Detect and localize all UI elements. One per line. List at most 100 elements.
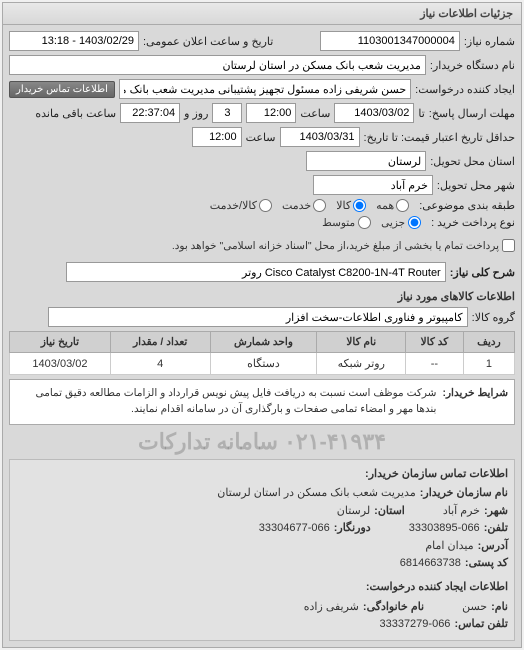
items-header-row: ردیف کد کالا نام کالا واحد شمارش تعداد /… (10, 332, 515, 353)
table-row[interactable]: 1 -- روتر شبکه دستگاه 4 1403/03/02 (10, 353, 515, 375)
priority-all[interactable]: همه (376, 199, 409, 212)
pub-datetime-field[interactable] (9, 31, 139, 51)
panel-title: جزئیات اطلاعات نیاز (3, 3, 521, 25)
lbl-pub-datetime: تاریخ و ساعت اعلان عمومی: (143, 35, 273, 48)
lbl-city: شهر محل تحویل: (437, 179, 515, 192)
lbl-goods-group: گروه کالا: (472, 311, 515, 324)
lbl-priority: طبقه بندی موضوعی: (419, 199, 515, 212)
purchase-note-label: پرداخت تمام یا بخشی از مبلغ خرید،از محل … (172, 240, 499, 252)
goods-group-field[interactable] (48, 307, 468, 327)
validity-time-field[interactable] (192, 127, 242, 147)
deadline-time-field[interactable] (246, 103, 296, 123)
row-goods-group: گروه کالا: (9, 307, 515, 327)
priority-service-radio[interactable] (313, 199, 326, 212)
details-panel: جزئیات اطلاعات نیاز شماره نیاز: تاریخ و … (2, 2, 522, 648)
lbl-purchase-type: نوع پرداخت خرید : (431, 216, 515, 229)
lbl-need-title: شرح کلی نیاز: (450, 266, 515, 279)
row-validity: حداقل تاریخ اعتبار قیمت: تا تاریخ: ساعت (9, 127, 515, 147)
lbl-province: استان محل تحویل: (430, 155, 515, 168)
th-qty: تعداد / مقدار (110, 332, 210, 353)
req-number-field[interactable] (320, 31, 460, 51)
priority-goods[interactable]: کالا (336, 199, 366, 212)
ct-address: آدرس: میدان امام (16, 538, 508, 556)
ct-org-name: نام سازمان خریدار: مدیریت شعب بانک مسکن … (16, 485, 508, 503)
th-name: نام کالا (317, 332, 406, 353)
purchase-mid-radio[interactable] (358, 216, 371, 229)
remaining-time-field[interactable] (120, 103, 180, 123)
val-city2: خرم آباد (443, 503, 480, 521)
lbl-name: نام: (491, 599, 508, 617)
th-date: تاریخ نیاز (10, 332, 111, 353)
buyer-desc-text: شرکت موظف است نسبت به دریافت فایل پیش نو… (16, 386, 436, 418)
lbl-phone: تلفن: (484, 520, 508, 538)
purchase-note[interactable]: پرداخت تمام یا بخشی از مبلغ خرید،از محل … (172, 239, 515, 252)
creator-field[interactable] (119, 79, 411, 99)
lbl-address: آدرس: (478, 538, 508, 556)
lbl-validity: حداقل تاریخ اعتبار قیمت: تا تاریخ: (364, 131, 515, 144)
ct-contact-phone: تلفن تماس: 33337279-066 (16, 616, 508, 634)
lbl-deadline-time-sep: ساعت (300, 107, 330, 120)
buyer-desc-box: شرایط خریدار: شرکت موظف است نسبت به دریا… (9, 379, 515, 425)
priority-service[interactable]: خدمت (282, 199, 326, 212)
contact-org-block: اطلاعات تماس سازمان خریدار: نام سازمان خ… (9, 459, 515, 641)
row-deadline: مهلت ارسال پاسخ: تا ساعت روز و ساعت باقی… (9, 103, 515, 123)
deadline-date-field[interactable] (334, 103, 414, 123)
contact-creator-title: اطلاعات ایجاد کننده درخواست: (16, 579, 508, 597)
city-field[interactable] (313, 175, 433, 195)
val-fax: 33304677-066 (259, 520, 330, 538)
row-need-title: شرح کلی نیاز: (9, 262, 515, 282)
lbl-family: نام خانوادگی: (363, 599, 424, 617)
lbl-province2: استان: (374, 503, 405, 521)
lbl-deadline-to: تا (418, 107, 424, 120)
cell-row: 1 (463, 353, 514, 375)
lbl-validity-time-sep: ساعت (246, 131, 276, 144)
priority-both-radio[interactable] (259, 199, 272, 212)
val-contact-phone: 33337279-066 (379, 616, 450, 634)
priority-both[interactable]: کالا/خدمت (210, 199, 272, 212)
priority-goods-radio[interactable] (353, 199, 366, 212)
cell-qty: 4 (110, 353, 210, 375)
purchase-low-radio[interactable] (408, 216, 421, 229)
th-row: ردیف (463, 332, 514, 353)
lbl-postal: کد پستی: (465, 555, 508, 573)
items-table: ردیف کد کالا نام کالا واحد شمارش تعداد /… (9, 331, 515, 375)
val-phone: 33303895-066 (409, 520, 480, 538)
priority-goods-label: کالا (336, 199, 351, 212)
val-family: شریفی زاده (304, 599, 359, 617)
val-postal: 6814663738 (400, 555, 461, 573)
validity-date-field[interactable] (280, 127, 360, 147)
days-field[interactable] (212, 103, 242, 123)
priority-all-radio[interactable] (396, 199, 409, 212)
row-priority: طبقه بندی موضوعی: همه کالا خدمت کالا/خدم… (9, 199, 515, 212)
row-buyer-device: نام دستگاه خریدار: (9, 55, 515, 75)
ct-phone: تلفن: 33303895-066 دورنگار: 33304677-066 (16, 520, 508, 538)
cell-unit: دستگاه (210, 353, 317, 375)
lbl-org-name: نام سازمان خریدار: (420, 485, 508, 503)
purchase-mid[interactable]: متوسط (322, 216, 371, 229)
creator-contact-button[interactable]: اطلاعات تماس خریدار (9, 81, 115, 98)
ct-name: نام: حسن نام خانوادگی: شریفی زاده (16, 599, 508, 617)
priority-service-label: خدمت (282, 199, 311, 212)
province-field[interactable] (306, 151, 426, 171)
purchase-low[interactable]: جزیی (381, 216, 421, 229)
lbl-buyer-device: نام دستگاه خریدار: (430, 59, 515, 72)
ct-postal: کد پستی: 6814663738 (16, 555, 508, 573)
purchase-note-check[interactable] (502, 239, 515, 252)
th-unit: واحد شمارش (210, 332, 317, 353)
lbl-creator: ایجاد کننده درخواست: (415, 83, 515, 96)
need-title-field[interactable] (66, 262, 446, 282)
val-address: میدان امام (425, 538, 473, 556)
purchase-mid-label: متوسط (322, 217, 355, 229)
lbl-deadline: مهلت ارسال پاسخ: (429, 107, 515, 120)
lbl-days-and: روز و (184, 107, 208, 120)
purchase-low-label: جزیی (381, 217, 405, 229)
contact-org-title: اطلاعات تماس سازمان خریدار: (16, 466, 508, 484)
priority-both-label: کالا/خدمت (210, 199, 257, 212)
buyer-device-field[interactable] (9, 55, 426, 75)
lbl-fax: دورنگار: (334, 520, 371, 538)
ct-city2: شهر: خرم آباد استان: لرستان (16, 503, 508, 521)
row-city: شهر محل تحویل: (9, 175, 515, 195)
lbl-contact-phone: تلفن تماس: (454, 616, 508, 634)
items-section-title: اطلاعات کالاهای مورد نیاز (9, 286, 515, 307)
row-creator: ایجاد کننده درخواست: اطلاعات تماس خریدار (9, 79, 515, 99)
